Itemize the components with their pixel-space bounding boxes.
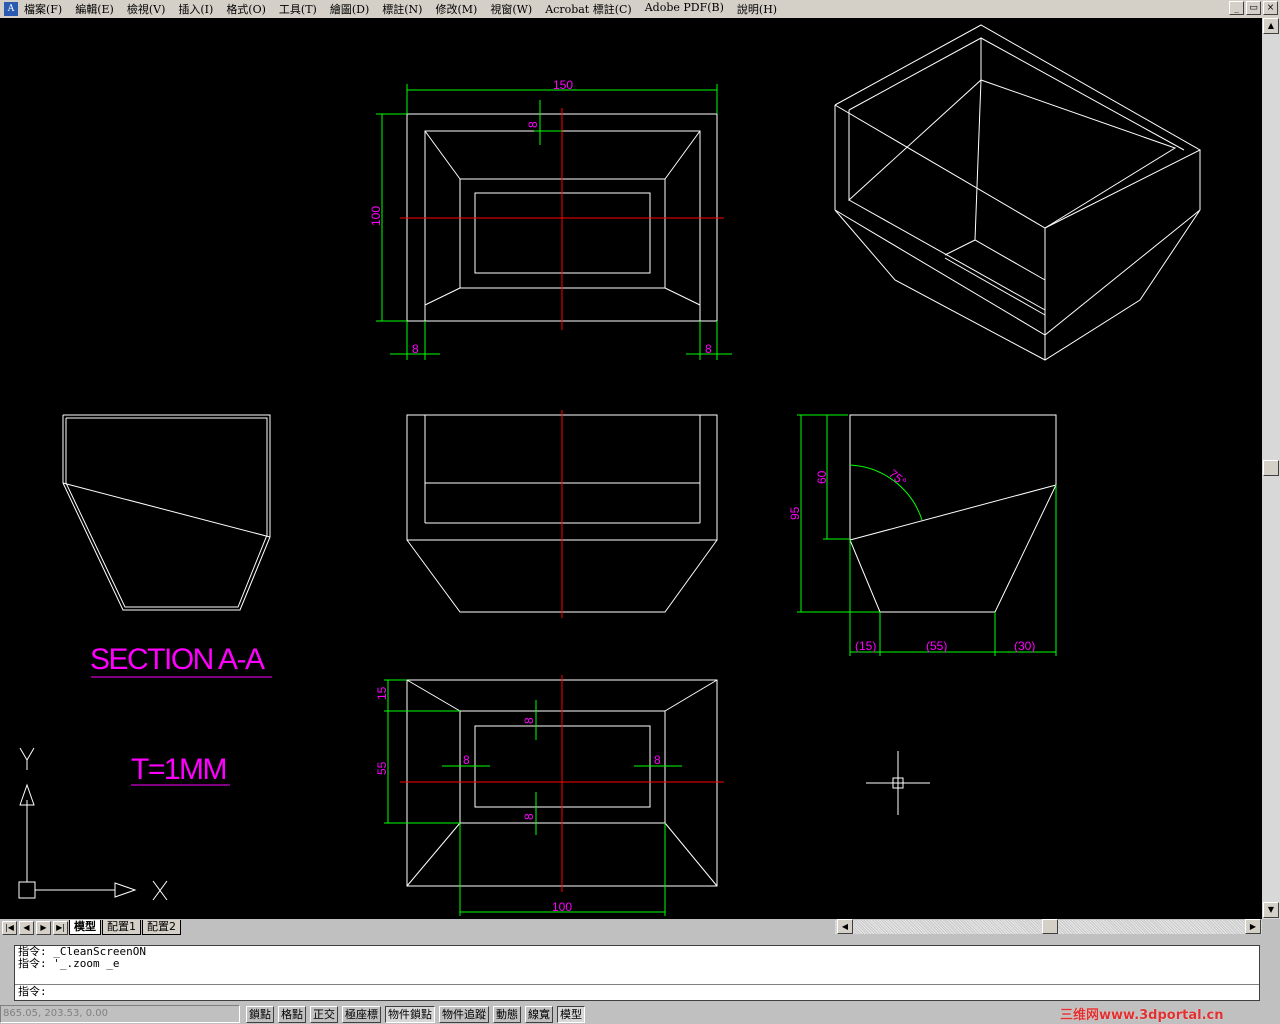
top-view-dimensions <box>376 84 732 360</box>
thickness-label: T=1MM <box>131 753 226 786</box>
status-toggle-button[interactable]: 格點 <box>278 1005 306 1023</box>
command-window[interactable]: 指令: _CleanScreenON 指令: '_.zoom _e 指令: <box>14 945 1260 1001</box>
menu-item[interactable]: 檔案(F) <box>24 1 62 17</box>
horizontal-scrollbar[interactable]: ◀ ▶ <box>835 919 1262 934</box>
menu-item[interactable]: 修改(M) <box>435 1 477 17</box>
coordinate-readout: 865.05, 203.53, 0.00 <box>0 1005 240 1023</box>
minimize-button[interactable]: _ <box>1229 1 1244 15</box>
dim-8: 8 <box>526 121 540 128</box>
dim-8: 8 <box>463 753 470 767</box>
status-toggle-button[interactable]: 極座標 <box>342 1005 381 1023</box>
status-toggle-button[interactable]: 動態 <box>493 1005 521 1023</box>
bottom-view-dimensions <box>384 679 682 916</box>
dim-8: 8 <box>412 342 419 356</box>
menu-item[interactable]: 視窗(W) <box>490 1 532 17</box>
menu-bar: A 檔案(F) 編輯(E) 檢視(V) 插入(I) 格式(O) 工具(T) 繪圖(D) 標註(… <box>0 0 1280 18</box>
prev-tab-button[interactable]: ◀ <box>19 920 34 935</box>
dim-60: 60 <box>815 470 829 484</box>
dim-150: 150 <box>553 78 573 92</box>
menu-item[interactable]: Adobe PDF(B) <box>645 1 724 17</box>
dim-15: (15) <box>855 639 876 653</box>
first-tab-button[interactable]: |◀ <box>2 920 17 935</box>
menu-item[interactable]: 繪圖(D) <box>330 1 369 17</box>
tab-layout2[interactable]: 配置2 <box>142 920 181 935</box>
menu-item[interactable]: Acrobat 標註(C) <box>545 1 632 17</box>
status-toggle-button[interactable]: 鎖點 <box>246 1005 274 1023</box>
watermark: 三维网www.3dportal.cn <box>1060 1008 1224 1023</box>
restore-button[interactable]: ▭ <box>1246 1 1261 15</box>
scroll-down-button[interactable]: ▼ <box>1263 902 1279 918</box>
side-view-dimensions <box>797 414 1057 656</box>
scroll-up-button[interactable]: ▲ <box>1263 18 1279 34</box>
side-view <box>849 414 1057 613</box>
status-toggle-button[interactable]: 物件鎖點 <box>385 1005 435 1023</box>
last-tab-button[interactable]: ▶| <box>53 920 68 935</box>
dim-95: 95 <box>788 506 802 520</box>
crosshair-cursor <box>866 751 930 815</box>
status-toggle-button[interactable]: 線寬 <box>525 1005 553 1023</box>
menu-item[interactable]: 說明(H) <box>737 1 777 17</box>
scroll-left-button[interactable]: ◀ <box>837 919 853 934</box>
dim-8: 8 <box>654 753 661 767</box>
menu-item[interactable]: 編輯(E) <box>75 1 114 17</box>
tab-layout1[interactable]: 配置1 <box>102 920 141 935</box>
close-button[interactable]: × <box>1263 1 1278 15</box>
scroll-right-button[interactable]: ▶ <box>1245 919 1261 934</box>
dim-8: 8 <box>522 717 536 724</box>
menu-item[interactable]: 檢視(V) <box>127 1 166 17</box>
scroll-thumb[interactable] <box>1263 460 1279 476</box>
isometric-view <box>834 24 1202 361</box>
autocad-app-icon[interactable]: A <box>4 2 18 16</box>
dim-8: 8 <box>705 342 712 356</box>
menu-item[interactable]: 標註(N) <box>382 1 422 17</box>
section-label: SECTION A-A <box>90 643 265 676</box>
tab-model[interactable]: 模型 <box>69 920 101 935</box>
menu-item[interactable]: 格式(O) <box>226 1 266 17</box>
section-view <box>62 414 271 611</box>
vertical-scrollbar[interactable]: ▲ ▼ <box>1262 18 1280 919</box>
dim-100: 100 <box>552 900 572 914</box>
dim-55: (55) <box>926 639 947 653</box>
dim-8: 8 <box>522 813 536 820</box>
next-tab-button[interactable]: ▶ <box>36 920 51 935</box>
status-toggle-button[interactable]: 正交 <box>310 1005 338 1023</box>
command-history-line: 指令: _CleanScreenON <box>18 945 146 958</box>
scroll-thumb[interactable] <box>1042 919 1058 934</box>
dim-angle: 75° <box>886 467 909 490</box>
dim-100: 100 <box>369 206 383 226</box>
drawing-canvas[interactable]: 150 100 8 8 8 SECTION A-A T=1MM 95 60 75… <box>0 18 1262 919</box>
dim-55: 55 <box>375 761 389 775</box>
status-toggle-button[interactable]: 物件追蹤 <box>439 1005 489 1023</box>
dim-15: 15 <box>375 686 389 700</box>
command-history-line: 指令: '_.zoom _e <box>18 957 120 970</box>
dim-30: (30) <box>1014 639 1035 653</box>
command-prompt[interactable]: 指令: <box>18 986 47 998</box>
menu-item[interactable]: 工具(T) <box>279 1 317 17</box>
status-toggle-button[interactable]: 模型 <box>557 1005 585 1023</box>
menu-item[interactable]: 插入(I) <box>178 1 213 17</box>
